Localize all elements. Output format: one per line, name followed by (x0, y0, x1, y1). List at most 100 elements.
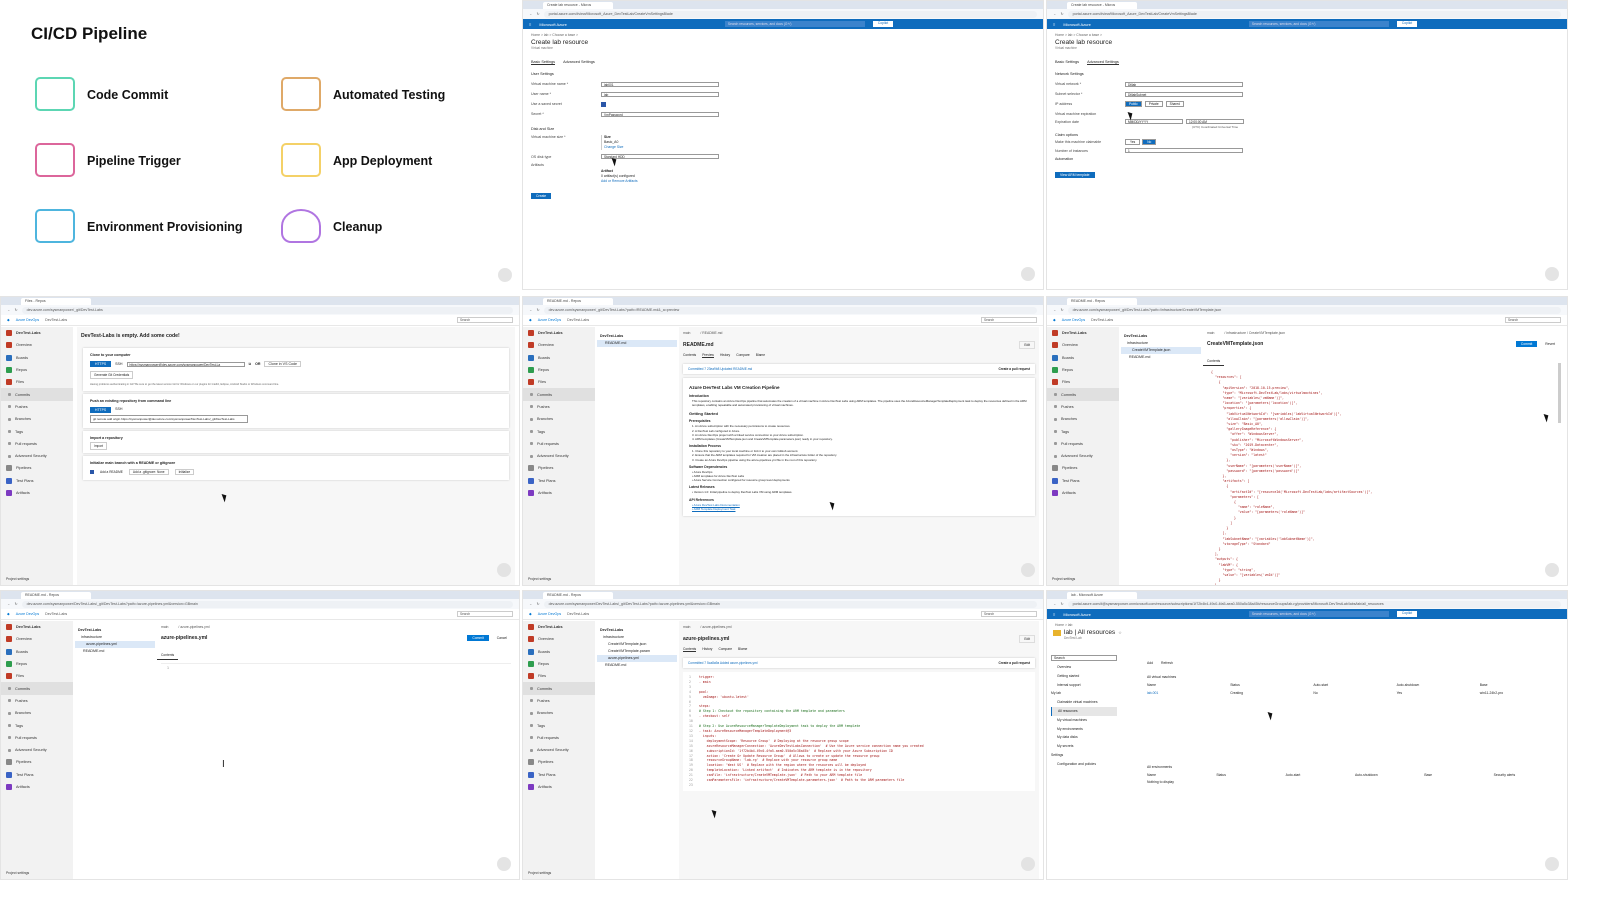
sidebar-item-artifacts[interactable]: Artifacts (1, 781, 73, 793)
sidebar-item-repos[interactable]: Repos (523, 658, 595, 670)
menu-item-all-resources[interactable]: All resources (1051, 706, 1117, 716)
search-input[interactable]: Search (457, 611, 513, 617)
clone-vscode-button[interactable]: Clone in VS Code (264, 361, 302, 367)
readme-a[interactable]: • ARM Template Deployment Task (689, 507, 1029, 511)
add-button[interactable]: Add (1147, 661, 1153, 665)
field-select[interactable]: DtllabSubnet (1125, 91, 1243, 97)
edit-button[interactable]: Edit (1019, 635, 1035, 643)
sidebar-item-branches[interactable]: Branches (1047, 413, 1119, 425)
vm-name-link[interactable]: lab-001 (1147, 691, 1230, 695)
back-icon[interactable]: ← (7, 308, 11, 312)
file-tree-item[interactable]: DevTest-Labs (1121, 333, 1201, 340)
sidebar-item-commits[interactable]: Commits (1, 388, 73, 401)
clone-url-input[interactable]: https://sysmanpower@dev.azure.com/sysman… (126, 361, 245, 367)
sidebar-item-tags[interactable]: Tags (1, 425, 73, 437)
project-selector[interactable]: DevTest-Labs (1, 327, 73, 339)
browser-tab[interactable]: Create lab resource - Micros (1067, 2, 1137, 9)
menu-icon[interactable]: ≡ (1053, 612, 1055, 617)
sidebar-item-repos[interactable]: Repos (523, 364, 595, 376)
tab-blame[interactable]: Blame (738, 647, 747, 652)
sidebar-item-pushes[interactable]: Pushes (1, 695, 73, 707)
os-disk-select[interactable]: Standard HDD (601, 154, 719, 159)
cancel-button[interactable]: Cancel (493, 635, 511, 641)
sidebar-item-pipelines[interactable]: Pipelines (1047, 462, 1119, 474)
sidebar-item-repos[interactable]: Repos (1, 658, 73, 670)
breadcrumb-project[interactable]: DevTest-Labs (45, 612, 67, 616)
back-icon[interactable]: ← (529, 12, 533, 16)
menu-icon[interactable]: ≡ (529, 22, 531, 27)
column-header[interactable]: Auto-start (1313, 683, 1396, 687)
menu-item-overview[interactable]: Overview (1051, 663, 1117, 672)
menu-item-my-data-disks[interactable]: My data disks (1051, 733, 1117, 742)
refresh-icon[interactable]: ↻ (15, 308, 18, 312)
breadcrumb-project[interactable]: DevTest-Labs (45, 318, 67, 322)
menu-item-my-lab[interactable]: My lab (1051, 689, 1117, 698)
sidebar-item-boards[interactable]: Boards (1, 352, 73, 364)
sidebar-item-branches[interactable]: Branches (523, 413, 595, 425)
sidebar-item-test-plans[interactable]: Test Plans (523, 769, 595, 781)
back-icon[interactable]: ← (1053, 308, 1057, 312)
project-selector[interactable]: DevTest-Labs (1, 621, 73, 633)
sidebar-item-pushes[interactable]: Pushes (1047, 401, 1119, 413)
file-tree-item[interactable]: azure-pipelines.yml (75, 641, 155, 648)
project-settings[interactable]: Project settings (1, 867, 73, 879)
sidebar-item-tags[interactable]: Tags (523, 719, 595, 731)
view-arm-template-button[interactable]: View ARM template (1055, 172, 1095, 178)
field-input[interactable]: lab (601, 91, 719, 97)
sidebar-item-pipelines[interactable]: Pipelines (1, 462, 73, 474)
url-field[interactable]: portal.azure.com/#view/Microsoft_Azure_D… (1067, 10, 1561, 18)
browser-tab[interactable]: lab - Microsoft Azure (1067, 592, 1137, 599)
column-header[interactable]: Auto-shutdown (1355, 773, 1424, 777)
revert-button[interactable]: Revert (1541, 341, 1559, 347)
back-icon[interactable]: ← (529, 602, 533, 606)
expiration-time-input[interactable]: 12:00:00 AM (1186, 119, 1244, 124)
menu-item-configuration-and-policies[interactable]: Configuration and policies (1051, 760, 1117, 769)
sidebar-item-branches[interactable]: Branches (1, 707, 73, 719)
create-pr-button[interactable]: Create a pull request (998, 367, 1030, 371)
sidebar-item-boards[interactable]: Boards (1, 646, 73, 658)
copilot-button[interactable]: Copilot (1396, 611, 1418, 617)
menu-item-internal-support[interactable]: Internal support (1051, 681, 1117, 690)
sidebar-item-commits[interactable]: Commits (1, 682, 73, 695)
sidebar-item-tags[interactable]: Tags (1, 719, 73, 731)
project-settings[interactable]: Project settings (523, 867, 595, 879)
tab-advanced[interactable]: Advanced Settings (563, 60, 595, 65)
refresh-icon[interactable]: ↻ (1061, 12, 1064, 16)
sidebar-item-overview[interactable]: Overview (1047, 339, 1119, 351)
sidebar-item-pushes[interactable]: Pushes (523, 695, 595, 707)
file-tree-item[interactable]: CreateVMTemplate.param (597, 648, 677, 655)
tab-basic[interactable]: Basic Settings (1055, 60, 1079, 65)
sidebar-item-boards[interactable]: Boards (1047, 352, 1119, 364)
menu-item-claimable-virtual-machines[interactable]: Claimable virtual machines (1051, 698, 1117, 707)
sidebar-item-artifacts[interactable]: Artifacts (1, 487, 73, 499)
ip-option-shared[interactable]: Shared (1165, 101, 1184, 107)
field-input[interactable]: VmPassword (601, 111, 719, 117)
menu-item-getting-started[interactable]: Getting started (1051, 672, 1117, 681)
refresh-icon[interactable]: ↻ (1061, 308, 1064, 312)
sidebar-item-pipelines[interactable]: Pipelines (1, 756, 73, 768)
https-toggle[interactable]: HTTPS (90, 361, 112, 367)
column-header[interactable]: Security alerts (1494, 773, 1563, 777)
tab-contents[interactable]: Contents (683, 647, 697, 652)
favorite-star-icon[interactable]: ☆ (1118, 630, 1122, 635)
url-field[interactable]: dev.azure.com/sysmanpower/_git/DevTest-L… (21, 306, 513, 314)
sidebar-item-pipelines[interactable]: Pipelines (523, 756, 595, 768)
initialize-button[interactable]: Initialize (174, 469, 195, 475)
global-search[interactable]: Search resources, services, and docs (G+… (1248, 611, 1389, 617)
file-tree-item[interactable]: README.md (597, 662, 677, 669)
tab-compare[interactable]: Compare (736, 353, 750, 358)
sidebar-item-tags[interactable]: Tags (1047, 425, 1119, 437)
search-input[interactable]: Search (981, 317, 1037, 323)
project-settings[interactable]: Project settings (523, 573, 595, 585)
saved-secret-checkbox[interactable] (601, 101, 606, 107)
sidebar-item-files[interactable]: Files (1, 670, 73, 682)
sidebar-item-test-plans[interactable]: Test Plans (1, 769, 73, 781)
sidebar-item-files[interactable]: Files (523, 376, 595, 388)
claim-option-yes[interactable]: Yes (1125, 139, 1141, 145)
gitignore-dropdown[interactable]: Add a .gitignore: None (128, 469, 169, 475)
sidebar-item-files[interactable]: Files (1047, 376, 1119, 388)
branch-selector[interactable]: main (1207, 331, 1214, 335)
edit-button[interactable]: Edit (1019, 341, 1035, 349)
breadcrumb-project[interactable]: DevTest-Labs (567, 318, 589, 322)
sidebar-item-pull-requests[interactable]: Pull requests (523, 438, 595, 450)
